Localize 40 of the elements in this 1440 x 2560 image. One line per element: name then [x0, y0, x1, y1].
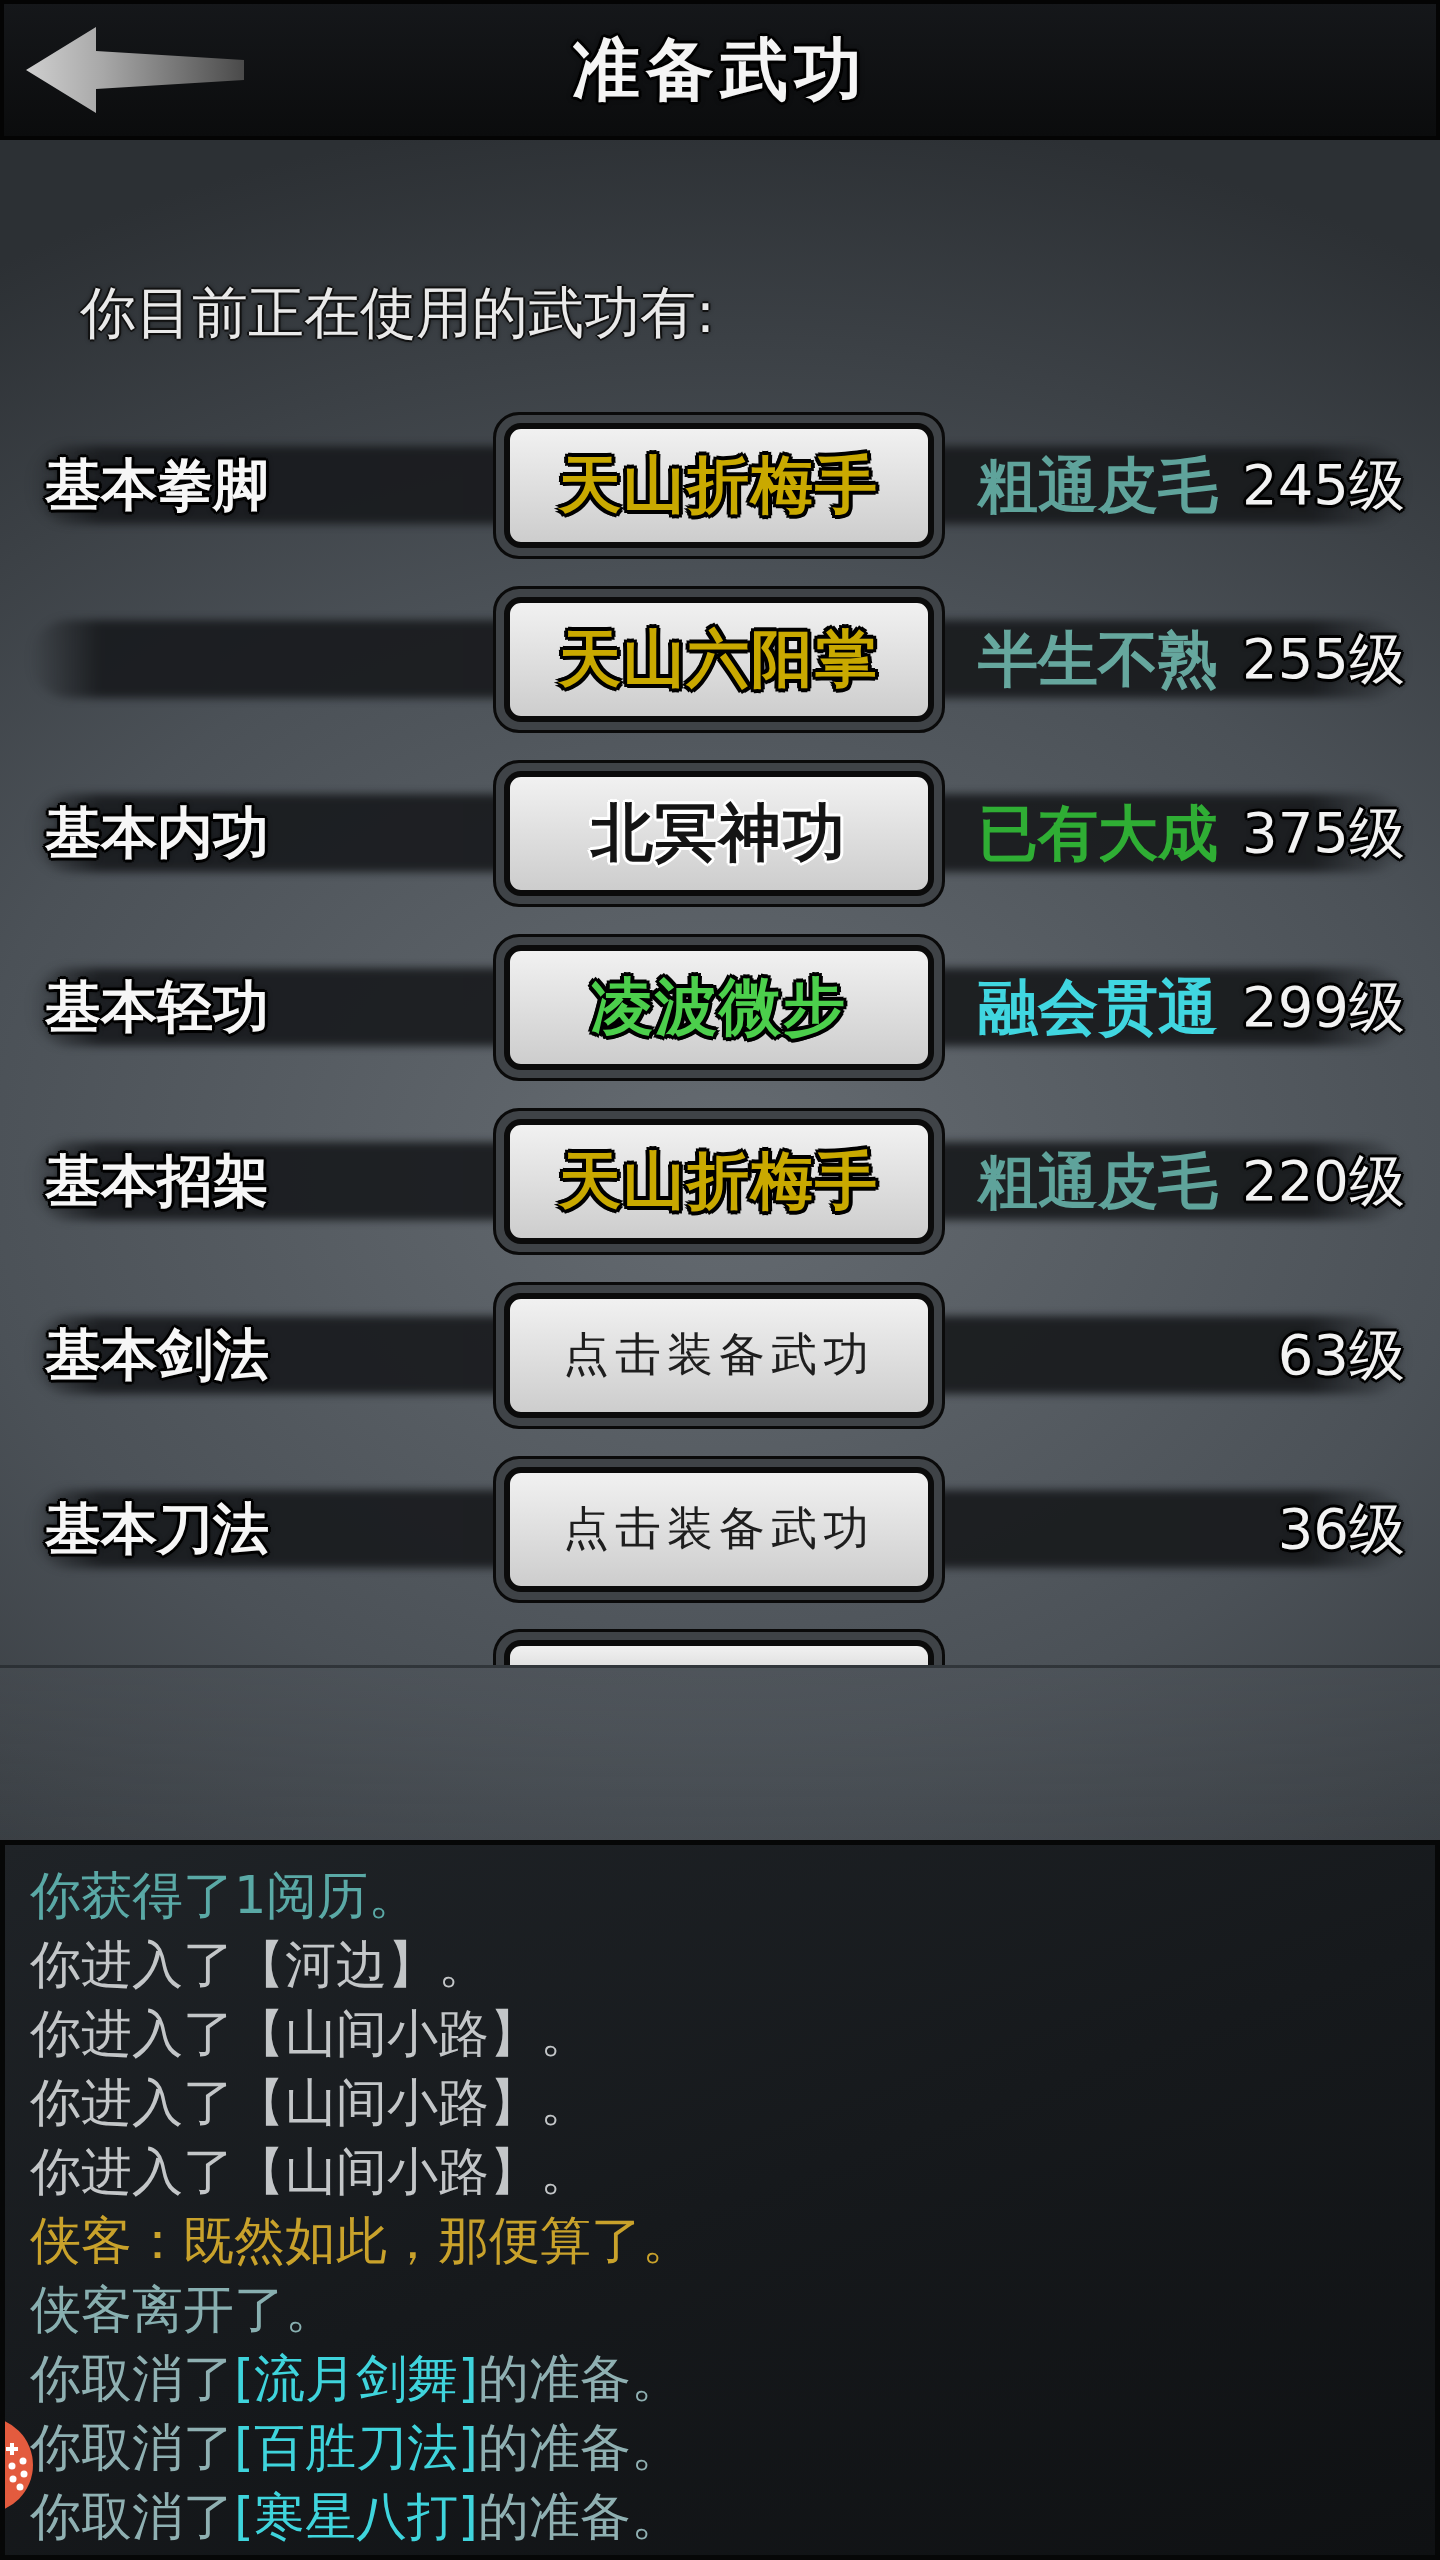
skill-button[interactable]: 凌波微步 — [493, 933, 945, 1081]
skill-slot-label: 基本轻功 — [45, 973, 269, 1041]
skill-slot-label: 基本招架 — [45, 1147, 269, 1215]
log-message: 你取消了[流月剑舞]的准备。 — [30, 2348, 682, 2410]
log-message: 你进入了【山间小路】。 — [30, 2072, 591, 2134]
skill-button[interactable]: 天山折梅手 — [493, 1107, 945, 1255]
level-text: 255级 — [1242, 625, 1405, 693]
back-arrow-icon — [26, 27, 244, 113]
mastery-text: 融会贯通 — [978, 977, 1218, 1037]
log-message: 侠客：既然如此，那便算了。 — [30, 2210, 693, 2272]
mastery-text: 粗通皮毛 — [978, 1151, 1218, 1211]
back-button[interactable] — [26, 27, 244, 113]
skill-slot-label: 基本剑法 — [45, 1321, 269, 1389]
log-message: 你进入了【山间小路】。 — [30, 2003, 591, 2065]
skill-slot-label: 基本刀法 — [45, 1495, 269, 1563]
level-text: 245级 — [1242, 451, 1405, 519]
level-text: 36级 — [1277, 1495, 1405, 1563]
log-message: 你取消了[寒星八打]的准备。 — [30, 2486, 682, 2548]
log-message: 你取消了[百胜刀法]的准备。 — [30, 2417, 682, 2479]
skill-button[interactable]: 天山六阳掌 — [493, 585, 945, 733]
log-message: 你进入了【河边】。 — [30, 1934, 489, 1996]
skill-button[interactable]: 点击装备武功 — [493, 1455, 945, 1603]
level-text: 375级 — [1242, 799, 1405, 867]
skill-button[interactable] — [493, 1629, 945, 1665]
skill-button[interactable]: 点击装备武功 — [493, 1281, 945, 1429]
log-message: 你进入了【山间小路】。 — [30, 2141, 591, 2203]
skill-button[interactable]: 天山折梅手 — [493, 411, 945, 559]
level-text: 299级 — [1242, 973, 1405, 1041]
skill-slot-label: 基本拳脚 — [45, 451, 269, 519]
log-message: 侠客离开了。 — [30, 2279, 336, 2341]
mastery-text: 半生不熟 — [978, 629, 1218, 689]
page-title: 准备武功 — [572, 29, 868, 111]
level-text: 63级 — [1277, 1321, 1405, 1389]
mastery-text: 已有大成 — [978, 803, 1218, 863]
skill-button[interactable]: 北冥神功 — [493, 759, 945, 907]
skill-slot-label: 基本内功 — [45, 799, 269, 867]
section-heading: 你目前正在使用的武功有: — [80, 279, 715, 347]
level-text: 220级 — [1242, 1147, 1405, 1215]
mastery-text: 粗通皮毛 — [978, 455, 1218, 515]
log-message: 你获得了1阅历。 — [30, 1865, 420, 1927]
